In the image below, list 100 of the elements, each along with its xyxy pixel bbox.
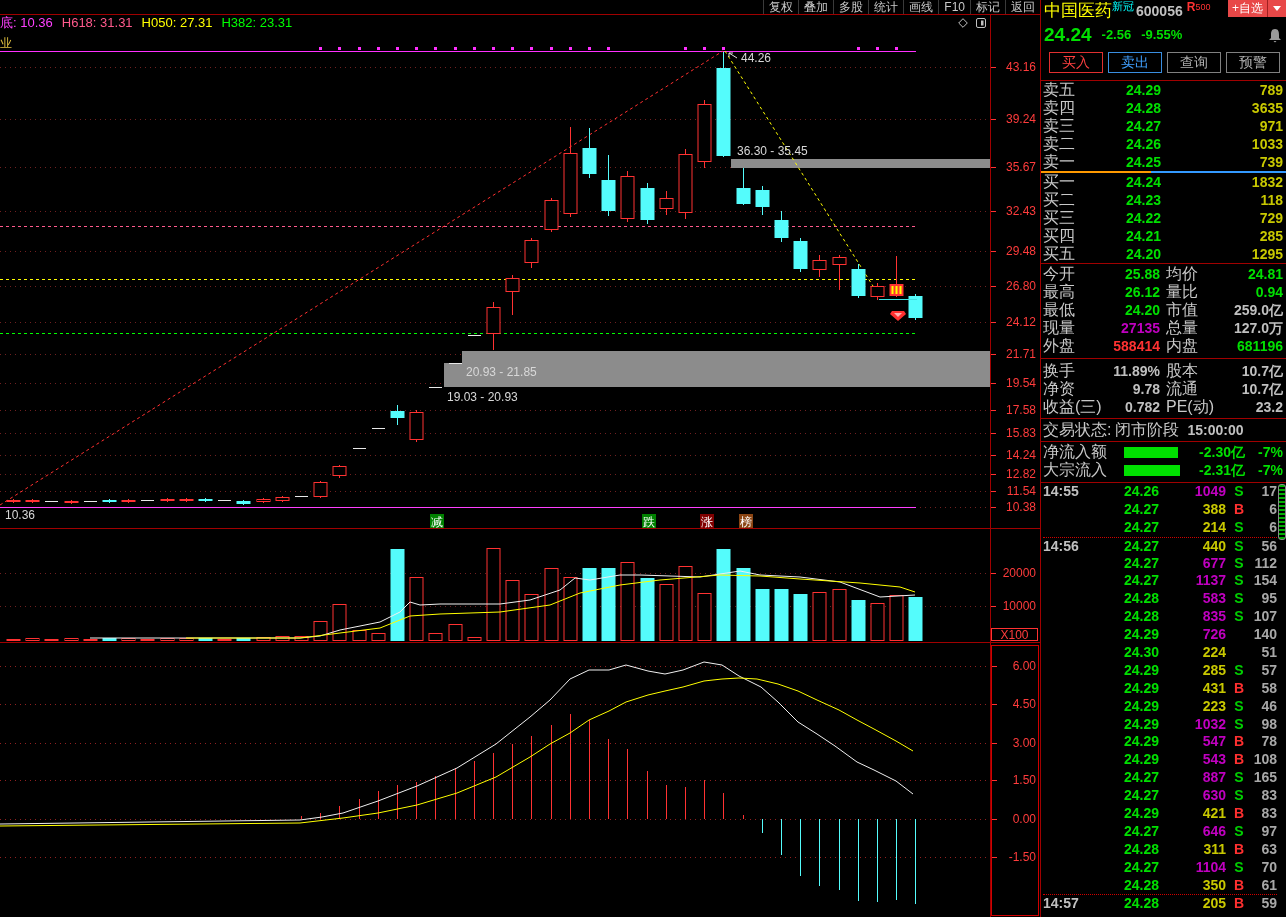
stat-value: 9.78 — [1131, 380, 1160, 398]
volume-bar — [505, 580, 520, 641]
action-button[interactable]: 预警 — [1226, 52, 1280, 73]
volume-bar — [371, 633, 386, 641]
volume-bar — [313, 621, 328, 641]
window-icon[interactable] — [976, 17, 986, 28]
trade-price: 24.29 — [1124, 626, 1161, 645]
trade-volume: 1104 — [1194, 858, 1226, 877]
action-button[interactable]: 查询 — [1167, 52, 1221, 73]
volume-bar — [640, 578, 655, 641]
stat-label: 最高 — [1043, 283, 1076, 301]
ask-label: 卖五 — [1043, 81, 1076, 99]
candle — [390, 404, 405, 426]
ask-label: 卖二 — [1043, 135, 1076, 153]
macd-axis-label: 0.00 — [1012, 812, 1036, 826]
candle — [601, 154, 616, 217]
trade-count: 165 — [1252, 769, 1277, 788]
trade-count: 6 — [1268, 518, 1277, 537]
toolbar-button[interactable]: 标记 — [970, 0, 1005, 14]
indicator-value: H618: 31.31 — [61, 15, 133, 30]
stat-value: 26.12 — [1123, 283, 1160, 301]
candle — [524, 237, 539, 269]
price-axis-label: 17.58 — [1005, 403, 1036, 417]
stat-label: 收益(三) — [1043, 398, 1103, 416]
bid-price: 24.20 — [1126, 245, 1163, 263]
indicator-value: 底: 10.36 — [0, 15, 53, 30]
candle — [332, 464, 347, 479]
volume-bar — [755, 589, 770, 641]
trade-side: S — [1233, 769, 1245, 788]
candle — [275, 495, 290, 503]
trade-count: 51 — [1260, 644, 1277, 662]
trade-side: S — [1233, 787, 1245, 806]
price-axis-label: 35.67 — [1005, 160, 1036, 174]
volume-bar — [102, 638, 117, 641]
price-axis-label: 24.12 — [1005, 315, 1036, 329]
bell-icon[interactable] — [1268, 27, 1282, 43]
toolbar-button[interactable]: 画线 — [903, 0, 939, 14]
toolbar-button[interactable]: 统计 — [868, 0, 904, 14]
candle — [793, 237, 808, 273]
trade-price: 24.28 — [1124, 876, 1161, 895]
stat-label: 净资 — [1043, 380, 1076, 398]
trade-volume: 285 — [1201, 661, 1226, 680]
stat-value: 10.7亿 — [1240, 362, 1283, 380]
price-label: 10.36 — [5, 508, 36, 522]
rank-letter: R — [1186, 0, 1196, 14]
trade-volume: 543 — [1201, 751, 1226, 770]
stat-value: 0.782 — [1123, 398, 1160, 416]
add-watchlist-button[interactable]: +自选 — [1228, 0, 1267, 17]
trade-price: 24.29 — [1124, 805, 1161, 823]
price-axis-label: 14.24 — [1005, 448, 1036, 462]
trade-volume: 223 — [1201, 697, 1226, 716]
trade-price: 24.28 — [1124, 608, 1161, 627]
trade-side: S — [1233, 661, 1245, 680]
macd-axis-label: -1.50 — [1008, 850, 1036, 864]
trade-count: 63 — [1260, 840, 1277, 859]
stat-label: PE(动) — [1165, 398, 1215, 416]
status-phase: 闭市阶段 — [1115, 420, 1180, 440]
trade-price: 24.28 — [1124, 895, 1161, 914]
toolbar-button[interactable]: 多股 — [833, 0, 869, 14]
stat-value: 681196 — [1236, 337, 1283, 355]
gap-label: 19.03 - 20.93 — [447, 390, 518, 404]
ask-label: 卖三 — [1043, 117, 1076, 135]
stat-value: 23.2 — [1254, 398, 1283, 416]
trade-side: S — [1233, 483, 1245, 501]
action-button[interactable]: 买入 — [1049, 52, 1103, 73]
trade-volume: 1032 — [1193, 715, 1226, 734]
stat-value: 25.88 — [1123, 265, 1160, 283]
ask-volume: 971 — [1258, 117, 1283, 135]
trade-count: 83 — [1260, 787, 1277, 806]
candle — [505, 274, 520, 316]
macd-axis-label: 3.00 — [1012, 736, 1036, 750]
stat-label: 外盘 — [1043, 337, 1076, 355]
toolbar-button[interactable]: 返回 — [1005, 0, 1040, 14]
dropdown-button[interactable] — [1267, 0, 1286, 17]
trade-count: 98 — [1260, 715, 1277, 734]
toolbar-button[interactable]: 复权 — [763, 0, 799, 14]
volume-bar — [659, 584, 674, 641]
trade-count: 61 — [1260, 876, 1277, 895]
trade-price: 24.29 — [1124, 697, 1161, 716]
candle — [870, 282, 885, 301]
volume-axis-label: 20000 — [1002, 566, 1036, 580]
trade-price: 24.27 — [1124, 572, 1161, 591]
toolbar-button[interactable]: 叠加 — [798, 0, 834, 14]
stat-value: 10.7亿 — [1240, 380, 1283, 398]
action-button[interactable]: 卖出 — [1108, 52, 1162, 73]
volume-bar — [563, 577, 578, 641]
bid-price: 24.23 — [1126, 191, 1163, 209]
price-axis-label: 43.16 — [1005, 60, 1036, 74]
trade-count: 6 — [1268, 500, 1277, 519]
stat-value: 24.81 — [1246, 265, 1283, 283]
price-axis-label: 12.82 — [1005, 467, 1036, 481]
volume-bar — [774, 589, 789, 641]
toolbar-button[interactable]: F10 — [938, 0, 970, 14]
diamond-icon[interactable] — [958, 17, 968, 28]
price-change-percent: -9.55% — [1141, 26, 1183, 45]
stat-label: 流通 — [1165, 380, 1199, 398]
trade-count: 95 — [1260, 590, 1277, 609]
trade-time: 14:56 — [1043, 537, 1080, 556]
scrollbar[interactable] — [1278, 484, 1286, 540]
trade-price: 24.29 — [1124, 715, 1161, 734]
